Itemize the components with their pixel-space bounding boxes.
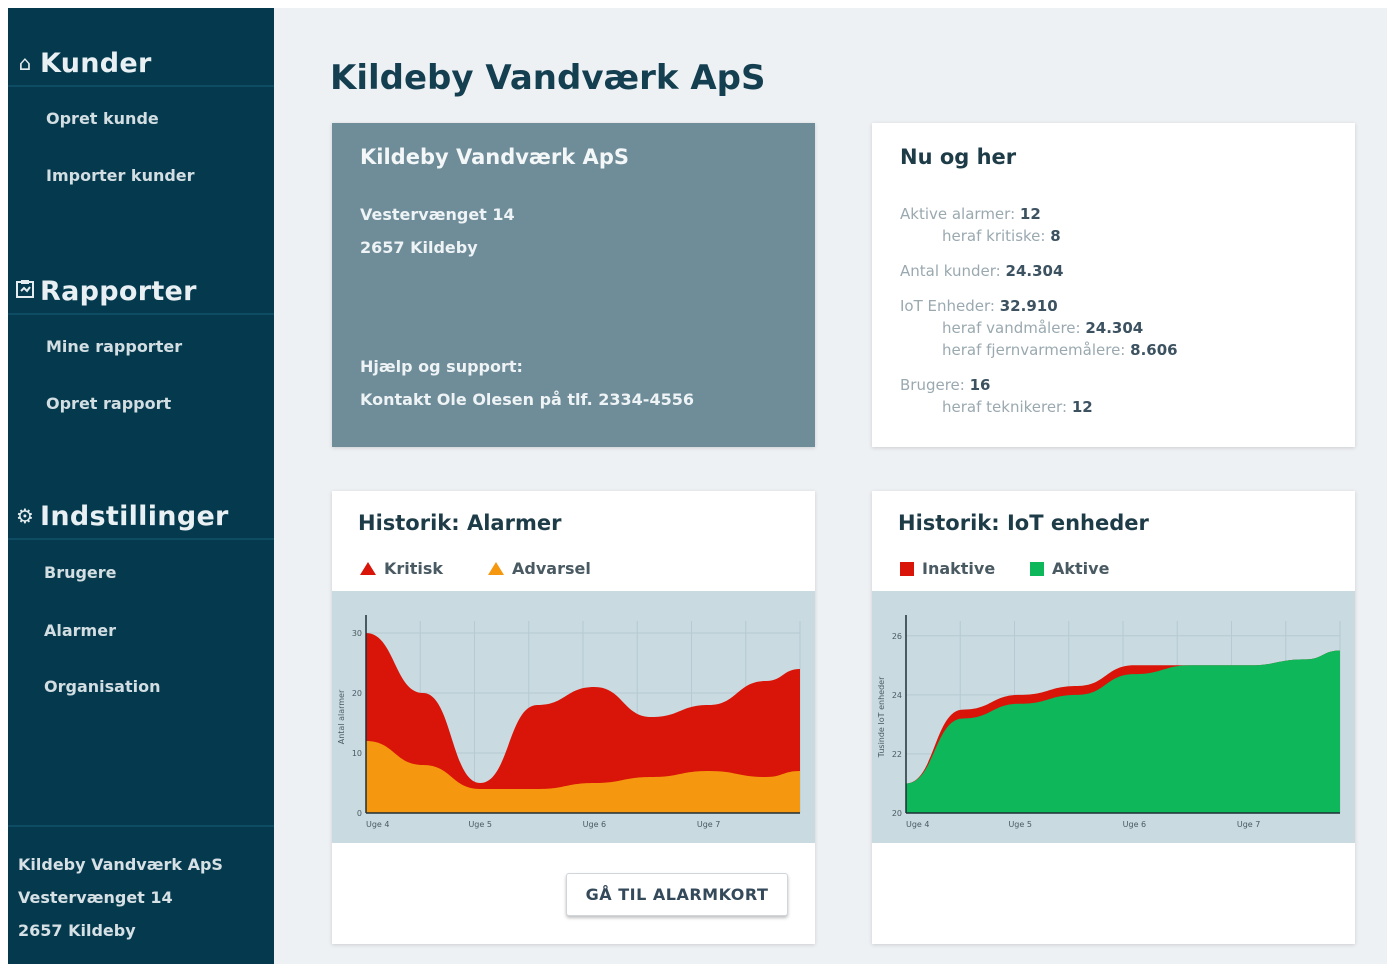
triangle-warning-icon (360, 562, 376, 575)
support-contact: Kontakt Ole Olesen på tlf. 2334-4556 (360, 390, 694, 409)
x-tick-label: Uge 7 (697, 820, 721, 829)
iot-chart-svg: 20 22 24 26 Uge 4 Uge 5 Uge 6 Uge 7 Tusinde IoT … (877, 615, 1341, 829)
info-card-street: Vestervænget 14 (360, 205, 515, 224)
sidebar: ⌂ Kunder Opret kunde Importer kunder Rap… (8, 8, 274, 964)
footer-street: Vestervænget 14 (18, 888, 173, 907)
y-tick-label: 26 (892, 632, 902, 641)
iot-chart-plot: 20 22 24 26 Uge 4 Uge 5 Uge 6 Uge 7 Tusinde IoT … (872, 591, 1355, 843)
info-card-city: 2657 Kildeby (360, 238, 478, 257)
iot-chart-title: Historik: IoT enheder (898, 511, 1149, 535)
go-to-alarm-map-button[interactable]: GÅ TIL ALARMKORT (566, 873, 788, 916)
stat-value: 24.304 (1005, 262, 1064, 280)
stat-value: 24.304 (1085, 319, 1144, 337)
x-tick-label: Uge 6 (1123, 820, 1147, 829)
x-tick-label: Uge 5 (1008, 820, 1032, 829)
stat-label: heraf teknikerer: (942, 398, 1068, 416)
stats-card: Nu og her Aktive alarmer: 12 heraf kriti… (872, 123, 1355, 447)
y-tick-label: 20 (352, 689, 362, 698)
nav-head-label: Rapporter (40, 275, 197, 307)
stat-heat-meters: heraf fjernvarmemålere: 8.606 (942, 341, 1178, 359)
stat-label: heraf kritiske: (942, 227, 1046, 245)
stat-label: Aktive alarmer: (900, 205, 1016, 223)
legend-warning: Advarsel (488, 559, 591, 578)
stat-label: IoT Enheder: (900, 297, 995, 315)
stat-value: 12 (1071, 398, 1093, 416)
gear-icon: ⚙ (16, 504, 34, 528)
stat-value: 32.910 (999, 297, 1058, 315)
stat-label: Antal kunder: (900, 262, 1001, 280)
y-tick-label: 20 (892, 809, 902, 818)
nav-head-rapporter[interactable]: Rapporter (8, 269, 274, 315)
nav-item-opret-rapport[interactable]: Opret rapport (46, 394, 171, 413)
stat-technicians: heraf teknikerer: 12 (942, 398, 1093, 416)
footer-city: 2657 Kildeby (18, 921, 136, 940)
stat-value: 8 (1050, 227, 1061, 245)
y-axis-label: Tusinde IoT enheder (877, 676, 886, 758)
stat-critical: heraf kritiske: 8 (942, 227, 1061, 245)
legend-label: Advarsel (512, 559, 591, 578)
nav-head-label: Kunder (40, 47, 152, 79)
stat-water-meters: heraf vandmålere: 24.304 (942, 319, 1143, 337)
stat-label: heraf fjernvarmemålere: (942, 341, 1126, 359)
y-tick-label: 30 (352, 629, 362, 638)
nav-head-label: Indstillinger (40, 500, 229, 532)
stats-card-title: Nu og her (900, 145, 1017, 169)
legend-inactive: Inaktive (900, 559, 995, 578)
stat-value: 12 (1019, 205, 1041, 223)
nav-item-mine-rapporter[interactable]: Mine rapporter (46, 337, 182, 356)
stat-iot: IoT Enheder: 32.910 (900, 297, 1058, 315)
x-tick-label: Uge 7 (1237, 820, 1261, 829)
x-tick-label: Uge 4 (906, 820, 930, 829)
support-label: Hjælp og support: (360, 357, 523, 376)
x-tick-label: Uge 6 (583, 820, 607, 829)
legend-active: Aktive (1030, 559, 1109, 578)
nav-item-opret-kunde[interactable]: Opret kunde (46, 109, 159, 128)
y-tick-label: 22 (892, 750, 902, 759)
legend-label: Inaktive (922, 559, 996, 578)
footer-company: Kildeby Vandværk ApS (18, 855, 223, 874)
y-tick-label: 10 (352, 749, 362, 758)
nav-section-kunder: ⌂ Kunder (8, 41, 274, 87)
nav-head-indstillinger[interactable]: ⚙ Indstillinger (8, 494, 274, 540)
nav-head-kunder[interactable]: ⌂ Kunder (8, 41, 274, 87)
legend-critical: Kritisk (360, 559, 443, 578)
sidebar-footer: Kildeby Vandværk ApS Vestervænget 14 265… (8, 825, 274, 964)
square-inactive-icon (900, 561, 914, 576)
nav-item-alarmer[interactable]: Alarmer (44, 621, 116, 640)
nav-item-importer-kunder[interactable]: Importer kunder (46, 166, 195, 185)
stat-label: Brugere: (900, 376, 965, 394)
alarm-history-card: Historik: Alarmer Kritisk Advarsel 0 10 20… (332, 491, 815, 944)
stat-value: 16 (969, 376, 991, 394)
stat-customers: Antal kunder: 24.304 (900, 262, 1063, 280)
report-icon (10, 279, 40, 304)
alarm-chart-plot: 0 10 20 30 Uge 4 Uge 5 Uge 6 Uge 7 Antal alarmer (332, 591, 815, 843)
y-tick-label: 24 (892, 691, 902, 700)
stat-active-alarms: Aktive alarmer: 12 (900, 205, 1041, 223)
info-card-title: Kildeby Vandværk ApS (360, 145, 629, 169)
page-title: Kildeby Vandværk ApS (330, 58, 766, 98)
home-icon: ⌂ (18, 51, 32, 75)
nav-item-organisation[interactable]: Organisation (44, 677, 160, 696)
nav-section-indstillinger: ⚙ Indstillinger (8, 494, 274, 540)
alarm-chart-svg: 0 10 20 30 Uge 4 Uge 5 Uge 6 Uge 7 Antal alarmer (337, 615, 801, 829)
customer-info-card: Kildeby Vandværk ApS Vestervænget 14 265… (332, 123, 815, 447)
stat-users: Brugere: 16 (900, 376, 991, 394)
legend-label: Kritisk (384, 559, 444, 578)
iot-history-card: Historik: IoT enheder Inaktive Aktive 20… (872, 491, 1355, 944)
main-content: Kildeby Vandværk ApS Kildeby Vandværk Ap… (274, 8, 1387, 964)
x-tick-label: Uge 5 (468, 820, 492, 829)
alarm-chart-title: Historik: Alarmer (358, 511, 562, 535)
square-active-icon (1030, 561, 1044, 576)
y-tick-label: 0 (357, 809, 362, 818)
triangle-warning-icon (488, 562, 504, 575)
legend-label: Aktive (1052, 559, 1110, 578)
nav-section-rapporter: Rapporter (8, 269, 274, 315)
stat-label: heraf vandmålere: (942, 319, 1081, 337)
y-axis-label: Antal alarmer (337, 689, 346, 744)
nav-item-brugere[interactable]: Brugere (44, 563, 117, 582)
stat-value: 8.606 (1130, 341, 1178, 359)
x-tick-label: Uge 4 (366, 820, 390, 829)
